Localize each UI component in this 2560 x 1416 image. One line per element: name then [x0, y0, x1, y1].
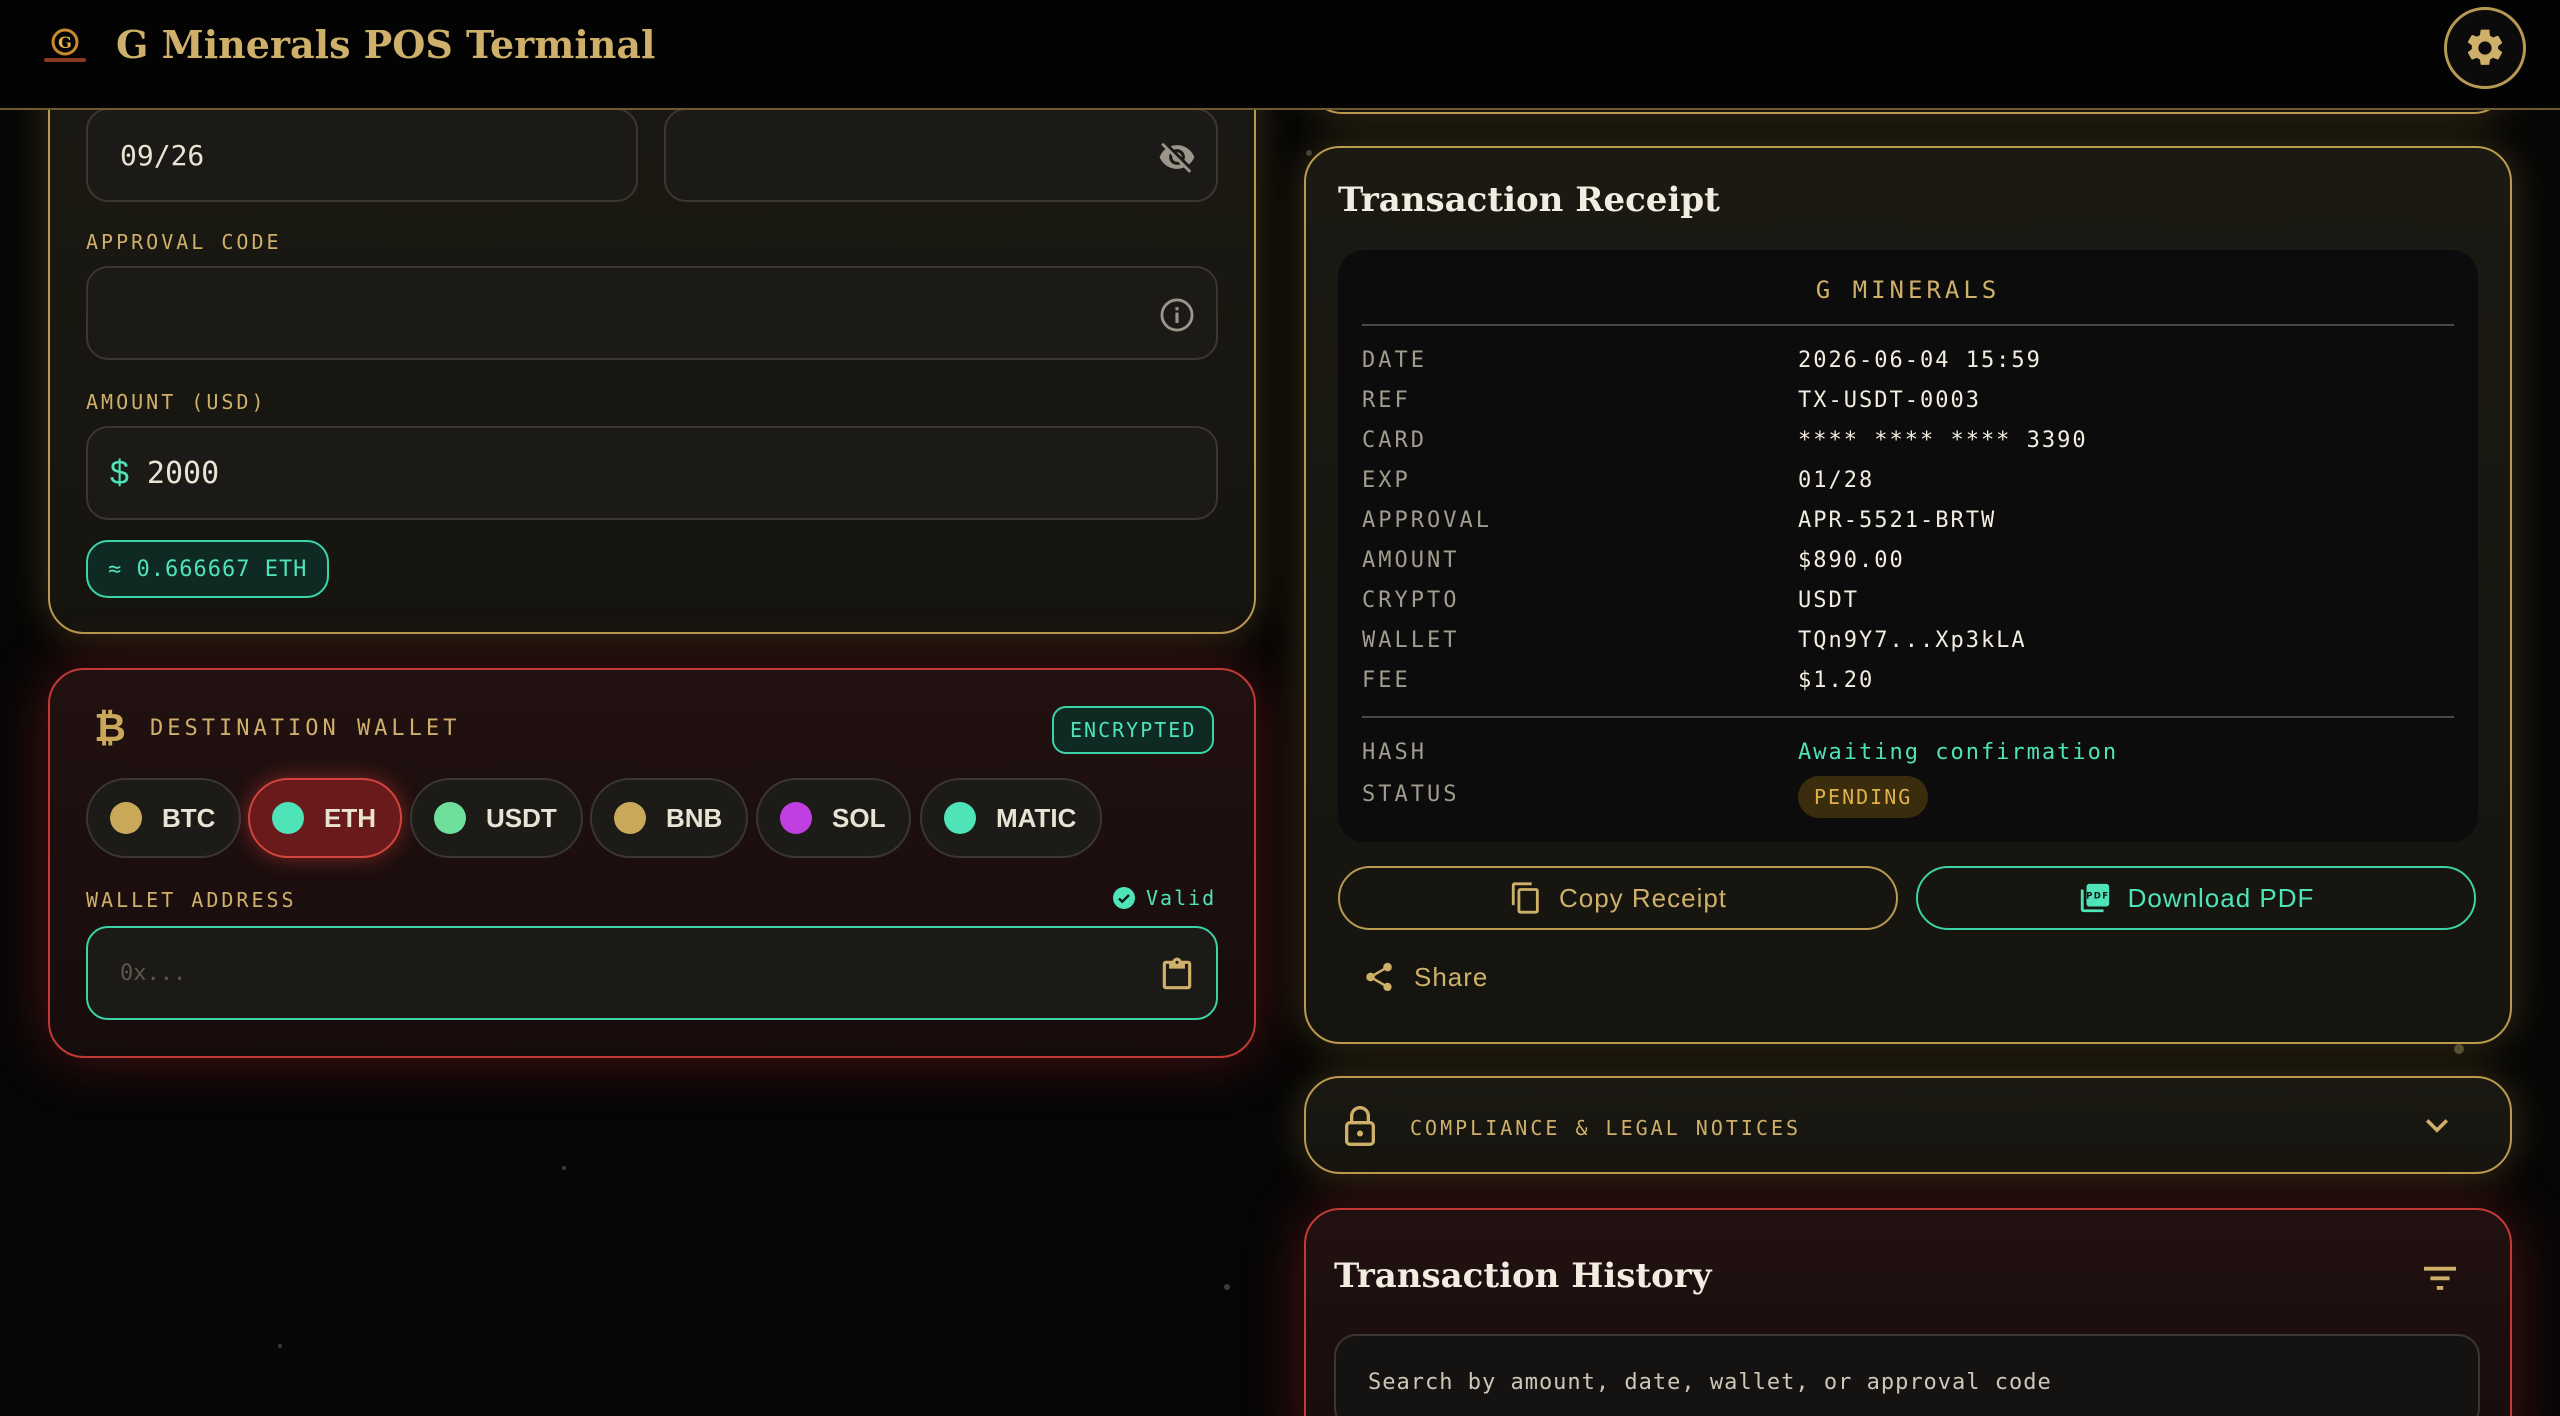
background-sparkle — [278, 1344, 282, 1348]
approval-code-field[interactable] — [86, 266, 1218, 360]
coin-label: BNB — [666, 802, 723, 833]
receipt-row-crypto: CRYPTO USDT — [1362, 588, 1859, 613]
receipt-row-hash: HASH Awaiting confirmation — [1362, 740, 2119, 765]
svg-text:PDF: PDF — [2086, 892, 2109, 902]
expiry-field[interactable]: 09/26 — [86, 108, 638, 202]
expiry-value: 09/26 — [120, 138, 205, 172]
coin-label: MATIC — [996, 802, 1077, 833]
receipt-store-name: G MINERALS — [1815, 276, 2001, 304]
receipt-divider — [1362, 716, 2454, 718]
coin-chip-matic[interactable]: MATIC — [920, 778, 1103, 858]
coin-dot — [272, 802, 304, 834]
receipt-panel: G MINERALS DATE 2026-06-04 15:59 REF TX-… — [1338, 250, 2478, 842]
receipt-title: Transaction Receipt — [1338, 180, 1720, 220]
receipt-divider — [1362, 324, 2454, 326]
receipt-row-date: DATE 2026-06-04 15:59 — [1362, 348, 2042, 373]
background-sparkle — [562, 1166, 566, 1170]
coin-dot — [614, 802, 646, 834]
background-sparkle — [1306, 150, 1312, 156]
receipt-row-approval: APPROVAL APR-5521-BRTW — [1362, 508, 1997, 533]
receipt-row-status: STATUS PENDING — [1362, 776, 2454, 822]
coin-dot — [780, 802, 812, 834]
coin-chip-eth[interactable]: ETH — [248, 778, 402, 858]
wallet-address-label: WALLET ADDRESS — [86, 888, 297, 912]
gear-icon — [2467, 29, 2503, 65]
amount-label: AMOUNT (USD) — [86, 390, 267, 414]
cvv-field[interactable] — [664, 108, 1218, 202]
background-sparkle — [2454, 1044, 2464, 1054]
wallet-address-field[interactable] — [86, 926, 1218, 1020]
g-minerals-logo: G — [38, 26, 92, 66]
coin-label: SOL — [832, 802, 886, 833]
copy-icon — [1511, 882, 1539, 914]
copy-receipt-button[interactable]: Copy Receipt — [1338, 866, 1898, 930]
download-pdf-button[interactable]: PDF Download PDF — [1916, 866, 2476, 930]
background-sparkle — [1224, 1284, 1230, 1290]
destination-wallet-title: DESTINATION WALLET — [150, 716, 461, 741]
download-pdf-label: Download PDF — [2127, 882, 2315, 913]
eth-conversion-badge: ≈ 0.666667 ETH — [86, 540, 330, 598]
wallet-address-input[interactable] — [88, 928, 1128, 1018]
app-title: G Minerals POS Terminal — [116, 22, 656, 67]
coin-chip-sol[interactable]: SOL — [756, 778, 912, 858]
receipt-row-ref: REF TX-USDT-0003 — [1362, 388, 1981, 413]
receipt-row-card: CARD **** **** **** 3390 — [1362, 428, 2088, 453]
history-title: Transaction History — [1334, 1256, 1712, 1296]
valid-indicator: Valid — [1112, 886, 1216, 910]
receipt-row-wallet: WALLET TQn9Y7...Xp3kLA — [1362, 628, 2027, 653]
coin-label: USDT — [486, 802, 557, 833]
coin-chip-btc[interactable]: BTC — [86, 778, 242, 858]
history-search-box[interactable] — [1334, 1334, 2480, 1416]
approval-code-label: APPROVAL CODE — [86, 230, 282, 254]
receipt-row-amount: AMOUNT $890.00 — [1362, 548, 1905, 573]
eye-off-icon[interactable] — [1158, 138, 1196, 176]
copy-receipt-label: Copy Receipt — [1558, 882, 1728, 913]
check-circle-icon — [1113, 887, 1135, 909]
info-icon[interactable] — [1158, 296, 1196, 334]
pdf-icon: PDF — [2080, 883, 2109, 913]
chevron-down-icon[interactable] — [2420, 1112, 2454, 1140]
coin-label: BTC — [162, 802, 216, 833]
settings-button[interactable] — [2444, 7, 2526, 89]
status-badge: PENDING — [1798, 776, 1929, 818]
coin-chip-bnb[interactable]: BNB — [590, 778, 749, 858]
lock-icon — [1345, 1106, 1375, 1146]
clipboard-icon[interactable] — [1158, 956, 1196, 994]
receipt-row-fee: FEE $1.20 — [1362, 668, 1875, 693]
amount-field[interactable]: $ 2000 — [86, 426, 1218, 520]
share-button[interactable]: Share — [1362, 960, 1488, 994]
app-header: G G Minerals POS Terminal — [0, 0, 2560, 110]
svg-text:₿: ₿ — [94, 708, 126, 750]
coin-label: ETH — [324, 802, 376, 833]
amount-value: 2000 — [146, 455, 220, 491]
coin-dot — [944, 802, 976, 834]
compliance-label: COMPLIANCE & LEGAL NOTICES — [1410, 1116, 1802, 1140]
valid-label: Valid — [1146, 886, 1217, 910]
svg-text:G: G — [58, 33, 72, 52]
encrypted-badge: ENCRYPTED — [1052, 706, 1215, 754]
receipt-row-exp: EXP 01/28 — [1362, 468, 1875, 493]
coin-chip-usdt[interactable]: USDT — [410, 778, 583, 858]
share-icon — [1366, 962, 1392, 992]
filter-icon[interactable] — [2420, 1262, 2460, 1294]
coin-dot — [110, 802, 142, 834]
currency-symbol: $ — [110, 453, 129, 492]
bitcoin-icon: ₿ — [94, 708, 126, 750]
share-label: Share — [1414, 961, 1489, 992]
history-search-input[interactable] — [1336, 1336, 2478, 1416]
coin-dot — [434, 802, 466, 834]
